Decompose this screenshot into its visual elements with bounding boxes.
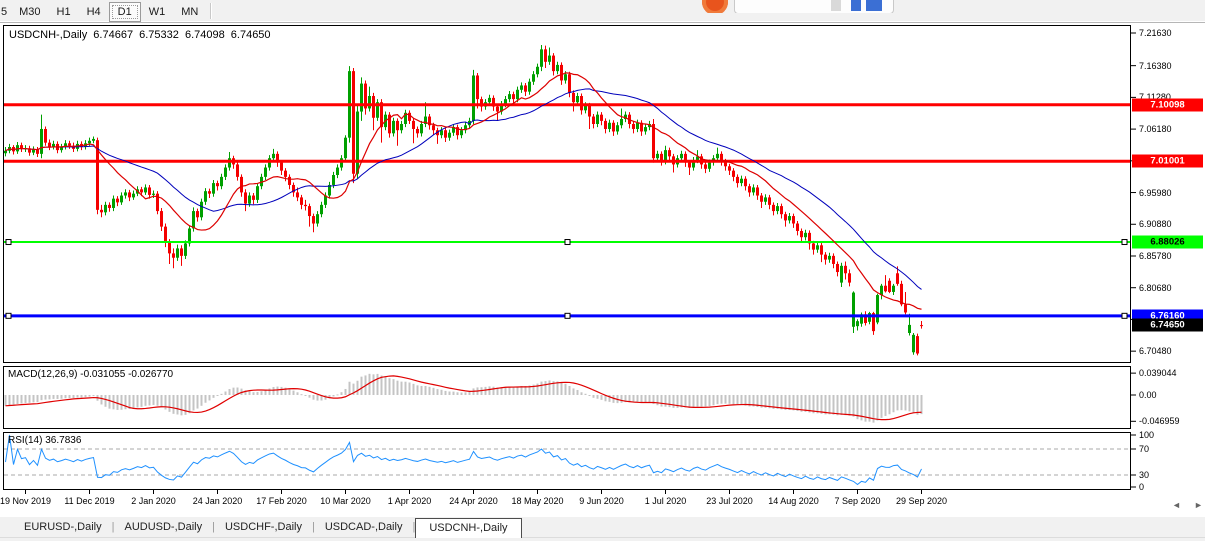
logo-orange-circle-icon	[702, 0, 728, 13]
current-price-badge: 6.74650	[1132, 319, 1203, 332]
date-tick-label: 23 Jul 2020	[706, 496, 753, 506]
ohlc-close: 6.74650	[231, 29, 271, 41]
grid-icon	[831, 0, 841, 11]
blue-icon	[851, 0, 861, 11]
date-tick-label: 2 Jan 2020	[131, 496, 176, 506]
blue-text-icon	[866, 0, 882, 11]
ohlc-high: 6.75332	[139, 29, 179, 41]
price-tick-label: 6.70480	[1139, 346, 1172, 356]
mt4-chart-window: 5M30H1H4D1W1MN USDCNH-,Daily 6.74667 6.7…	[0, 0, 1205, 541]
price-tick-label: 7.06180	[1139, 124, 1172, 134]
toolbar-separator	[210, 3, 211, 19]
macd-tick-label: -0.046959	[1139, 416, 1180, 426]
macd-indicator-label: MACD(12,26,9) -0.031055 -0.026770	[8, 369, 173, 380]
scroll-right-arrow[interactable]: ►	[1194, 500, 1203, 510]
date-tick-label: 17 Feb 2020	[256, 496, 307, 506]
timeframe-button-m30[interactable]: M30	[11, 2, 48, 22]
date-tick-label: 24 Apr 2020	[449, 496, 498, 506]
hline-price-badge: 6.88026	[1132, 236, 1203, 249]
date-tick-label: 10 Mar 2020	[320, 496, 371, 506]
rsi-tick-label: 70	[1139, 444, 1149, 454]
timeframe-button-d1[interactable]: D1	[109, 2, 141, 22]
price-chart-pane[interactable]	[3, 25, 1131, 363]
timeframe-button-h1[interactable]: H1	[49, 2, 79, 22]
timeframe-button-h4[interactable]: H4	[79, 2, 109, 22]
rsi-pane[interactable]	[3, 432, 1131, 490]
ohlc-low: 6.74098	[185, 29, 225, 41]
chart-symbol-period: USDCNH-,Daily	[9, 29, 87, 41]
price-tick-label: 6.85780	[1139, 251, 1172, 261]
date-tick-label: 19 Nov 2019	[0, 496, 51, 506]
macd-tick-label: 0.039044	[1139, 368, 1177, 378]
date-tick-label: 24 Jan 2020	[193, 496, 243, 506]
rsi-name: RSI(14)	[8, 435, 42, 446]
date-tick-label: 9 Jun 2020	[579, 496, 624, 506]
status-strip	[0, 537, 1205, 541]
timeframe-button-mn[interactable]: MN	[173, 2, 206, 22]
chart-tab-usdcad[interactable]: USDCAD-,Daily	[315, 518, 413, 537]
price-tick-label: 7.16380	[1139, 61, 1172, 71]
hline-price-badge: 7.01001	[1132, 155, 1203, 168]
timeframe-button-w1[interactable]: W1	[141, 2, 174, 22]
date-tick-label: 7 Sep 2020	[834, 496, 880, 506]
price-tick-label: 6.95980	[1139, 188, 1172, 198]
price-tick-label: 6.80680	[1139, 283, 1172, 293]
chart-tab-bar: EURUSD-,Daily|AUDUSD-,Daily|USDCHF-,Dail…	[0, 517, 1205, 537]
rsi-tick-label: 30	[1139, 470, 1149, 480]
broker-logo-inner	[694, 0, 909, 13]
date-tick-label: 18 May 2020	[511, 496, 563, 506]
chart-tab-audusd[interactable]: AUDUSD-,Daily	[114, 518, 212, 537]
rsi-tick-label: 100	[1139, 430, 1154, 440]
rsi-value: 36.7836	[45, 435, 81, 446]
scroll-left-arrow[interactable]: ◄	[1172, 500, 1181, 510]
data-window: USDCNH-,Daily 6.74667 6.75332 6.74098 6.…	[9, 29, 274, 41]
timeframe-toolbar: 5M30H1H4D1W1MN	[0, 0, 1205, 23]
broker-logo	[694, 0, 909, 13]
date-tick-label: 14 Aug 2020	[768, 496, 819, 506]
chart-tab-eurusd[interactable]: EURUSD-,Daily	[14, 518, 112, 537]
date-tick-label: 1 Jul 2020	[645, 496, 687, 506]
ohlc-open: 6.74667	[93, 29, 133, 41]
macd-name: MACD(12,26,9)	[8, 369, 77, 380]
macd-signal-value: -0.026770	[128, 369, 173, 380]
rsi-tick-label: 0	[1139, 482, 1144, 492]
timeframe-button-5[interactable]: 5	[0, 2, 11, 22]
price-tick-label: 6.90880	[1139, 219, 1172, 229]
date-tick-label: 1 Apr 2020	[388, 496, 432, 506]
date-tick-label: 11 Dec 2019	[64, 496, 114, 506]
rsi-indicator-label: RSI(14) 36.7836	[8, 435, 81, 446]
macd-tick-label: 0.00	[1139, 390, 1157, 400]
chart-tab-usdchf[interactable]: USDCHF-,Daily	[215, 518, 312, 537]
hline-price-badge: 7.10098	[1132, 98, 1203, 111]
price-tick-label: 7.21630	[1139, 28, 1172, 38]
macd-main-value: -0.031055	[80, 369, 125, 380]
date-tick-label: 29 Sep 2020	[896, 496, 947, 506]
logo-toolbar-pill	[734, 0, 894, 13]
chart-tab-usdcnh[interactable]: USDCNH-,Daily	[415, 518, 521, 538]
